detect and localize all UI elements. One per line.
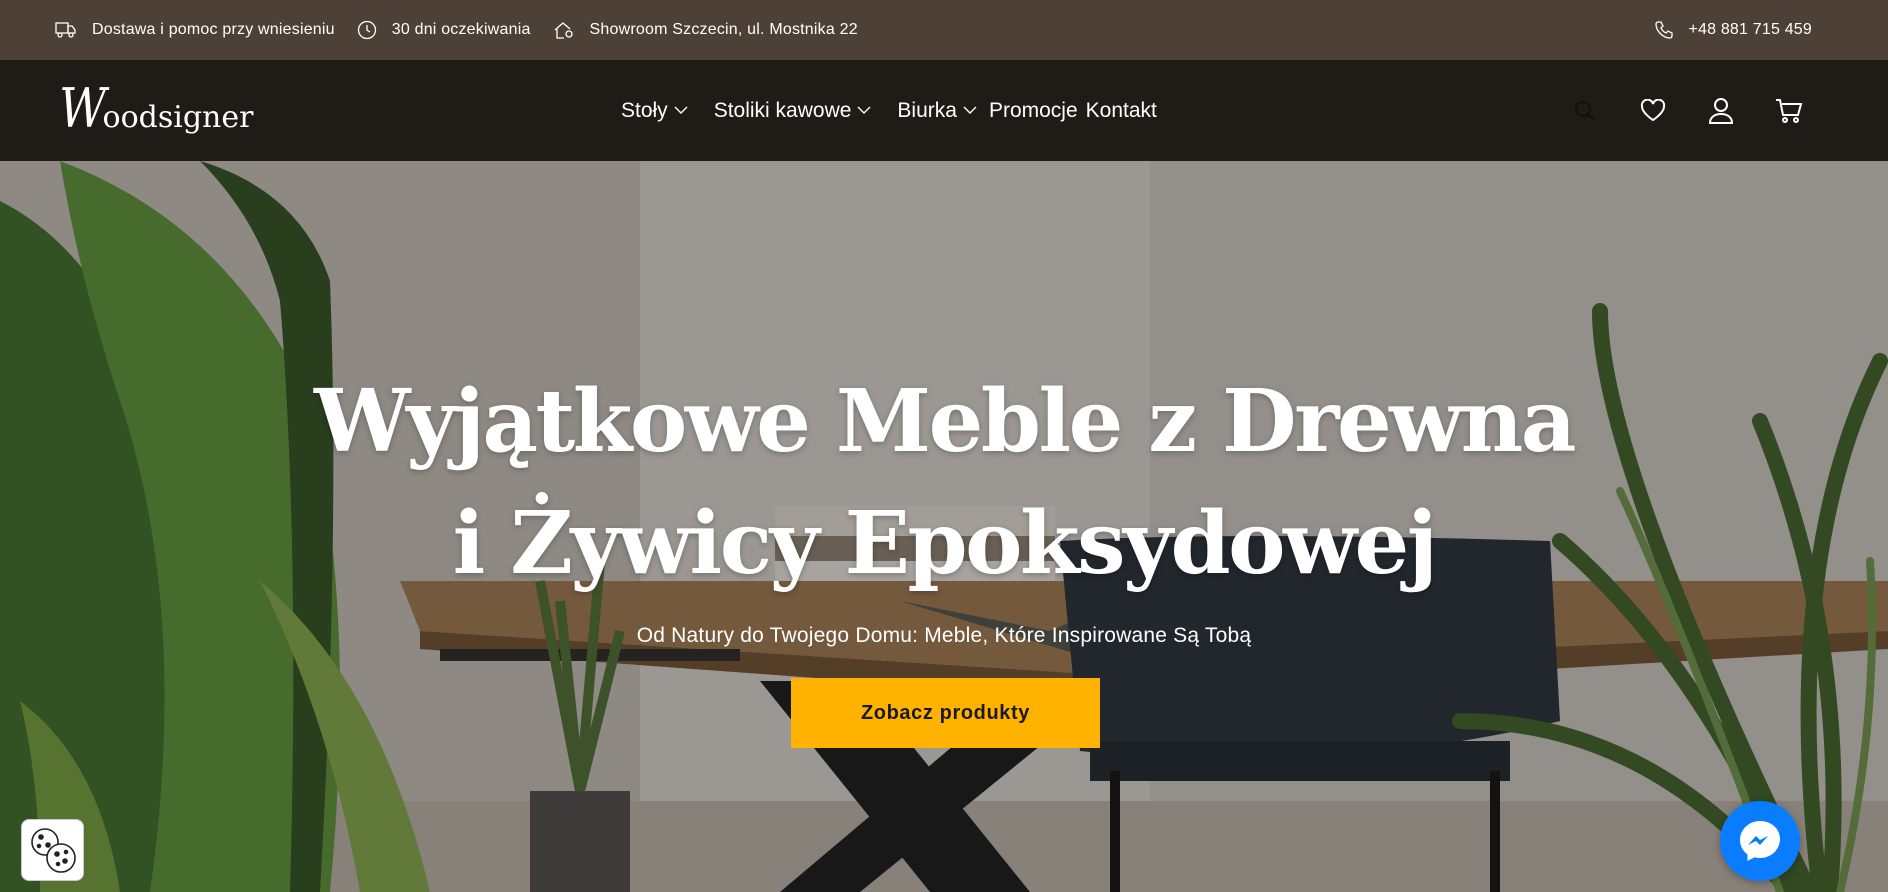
nav-label: Kontakt	[1085, 98, 1157, 122]
home-location-icon	[554, 22, 573, 39]
truck-icon	[55, 22, 76, 38]
cookie-icon	[30, 828, 76, 873]
nav-item-stoliki-kawowe[interactable]: Stoliki kawowe	[714, 99, 872, 123]
nav-item-promocje[interactable]: Promocje	[989, 99, 1078, 123]
showroom-info: Showroom Szczecin, ul. Mostnika 22	[553, 20, 858, 40]
main-header: W oodsigner Stoły Stoliki kawowe Biurka …	[0, 60, 1888, 161]
delivery-info: Dostawa i pomoc przy wniesieniu	[55, 21, 335, 39]
nav-label: Stoliki kawowe	[713, 98, 852, 122]
see-products-button[interactable]: Zobacz produkty	[791, 678, 1100, 748]
hero-title-line-1: Wyjątkowe Meble z Drewna	[314, 371, 1576, 472]
phone-info[interactable]: +48 881 715 459	[1654, 0, 1812, 60]
search-button[interactable]	[1570, 96, 1600, 126]
waiting-text: 30 dni oczekiwania	[391, 21, 531, 38]
delivery-text: Dostawa i pomoc przy wniesieniu	[92, 21, 335, 38]
hero-section: Wyjątkowe Meble z Drewna i Żywicy Epoksy…	[0, 161, 1888, 892]
chevron-down-icon	[674, 106, 688, 114]
header-actions	[1532, 60, 1804, 161]
nav-label: Stoły	[621, 98, 668, 122]
chevron-down-icon	[963, 106, 977, 114]
wishlist-button[interactable]	[1638, 96, 1668, 126]
heart-icon	[1640, 98, 1666, 121]
messenger-chat-button[interactable]	[1720, 801, 1800, 881]
logo[interactable]: W oodsigner	[55, 82, 253, 136]
main-nav: Stoły Stoliki kawowe Biurka Promocje Kon…	[621, 60, 1165, 161]
nav-label: Promocje	[988, 98, 1078, 122]
messenger-icon	[1740, 821, 1780, 861]
hero-title: Wyjątkowe Meble z Drewna i Żywicy Epoksy…	[0, 361, 1888, 605]
nav-label: Biurka	[897, 98, 957, 122]
hero-subtitle: Od Natury do Twojego Domu: Meble, Które …	[636, 624, 1252, 647]
logo-initial: W	[59, 77, 107, 140]
phone-number[interactable]: +48 881 715 459	[1688, 21, 1812, 39]
cookie-settings-button[interactable]	[21, 819, 84, 881]
user-icon	[1708, 97, 1734, 124]
search-icon	[1574, 100, 1595, 121]
nav-item-biurka[interactable]: Biurka	[897, 99, 977, 123]
account-button[interactable]	[1706, 96, 1736, 126]
showroom-text: Showroom Szczecin, ul. Mostnika 22	[589, 21, 858, 38]
nav-item-stoly[interactable]: Stoły	[621, 99, 688, 123]
nav-item-kontakt[interactable]: Kontakt	[1086, 99, 1157, 123]
waiting-info: 30 dni oczekiwania	[357, 20, 531, 40]
top-info-bar: Dostawa i pomoc przy wniesieniu 30 dni o…	[0, 0, 1888, 60]
hero-title-line-2: i Żywicy Epoksydowej	[452, 493, 1438, 594]
cart-icon	[1776, 98, 1803, 123]
clock-icon	[357, 20, 376, 40]
logo-text: oodsigner	[102, 100, 254, 135]
chevron-down-icon	[857, 106, 871, 114]
phone-icon	[1655, 21, 1674, 39]
cart-button[interactable]	[1774, 96, 1804, 126]
